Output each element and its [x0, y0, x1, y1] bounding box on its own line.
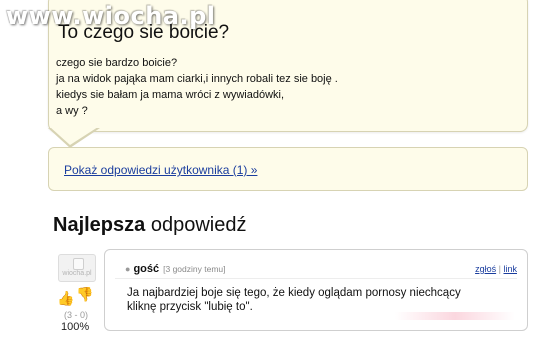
question-line: czego sie bardzo boicie?	[56, 57, 178, 69]
best-answer-heading-rest: odpowiedź	[145, 214, 247, 236]
vote-percent: 100%	[61, 321, 90, 333]
question-body: czego sie bardzo boicie? ja na widok paj…	[56, 55, 496, 119]
answer-line: Ja najbardziej boje się tego, że kiedy o…	[127, 287, 461, 299]
link-separator: |	[498, 264, 501, 274]
show-user-answers-link[interactable]: Pokaż odpowiedzi użytkownika (1) »	[64, 163, 257, 177]
answer-text: Ja najbardziej boje się tego, że kiedy o…	[127, 286, 517, 314]
thumbs-up-icon[interactable]: 👍	[57, 290, 74, 307]
best-answer-heading: Najlepsza odpowiedź	[53, 214, 246, 237]
bubble-tail-inner	[50, 127, 98, 145]
default-avatar-icon: wiocha.pl	[58, 254, 96, 282]
vote-count: (3 - 0)	[64, 310, 89, 320]
answer-divider	[115, 278, 517, 279]
best-answer-heading-bold: Najlepsza	[53, 214, 146, 236]
watermark-logo: www.wiocha.pl	[6, 2, 216, 30]
question-line: a wy ?	[56, 105, 88, 117]
answer-author: gość	[133, 263, 160, 275]
decorative-smudge	[395, 312, 515, 320]
thumbs-down-icon[interactable]: 👎	[76, 286, 93, 303]
question-line: kiedys sie bałam ja mama wróci z wywiadó…	[56, 89, 285, 101]
question-line: ja na widok pająka mam ciarki,i innych r…	[56, 73, 338, 85]
answer-links: zgłoś | link	[475, 264, 517, 274]
report-link[interactable]: zgłoś	[475, 264, 496, 274]
answer-header: ● gość [3 godziny temu] zgłoś | link	[125, 263, 517, 277]
permalink-link[interactable]: link	[503, 264, 517, 274]
bullet-icon: ●	[125, 264, 131, 274]
avatar-caption: wiocha.pl	[62, 270, 92, 277]
answer-card: ● gość [3 godziny temu] zgłoś | link Ja na…	[104, 249, 528, 331]
user-answers-box: Pokaż odpowiedzi użytkownika (1) »	[48, 147, 528, 191]
answer-timestamp: [3 godziny temu]	[163, 264, 226, 274]
avatar-badge	[73, 258, 84, 270]
